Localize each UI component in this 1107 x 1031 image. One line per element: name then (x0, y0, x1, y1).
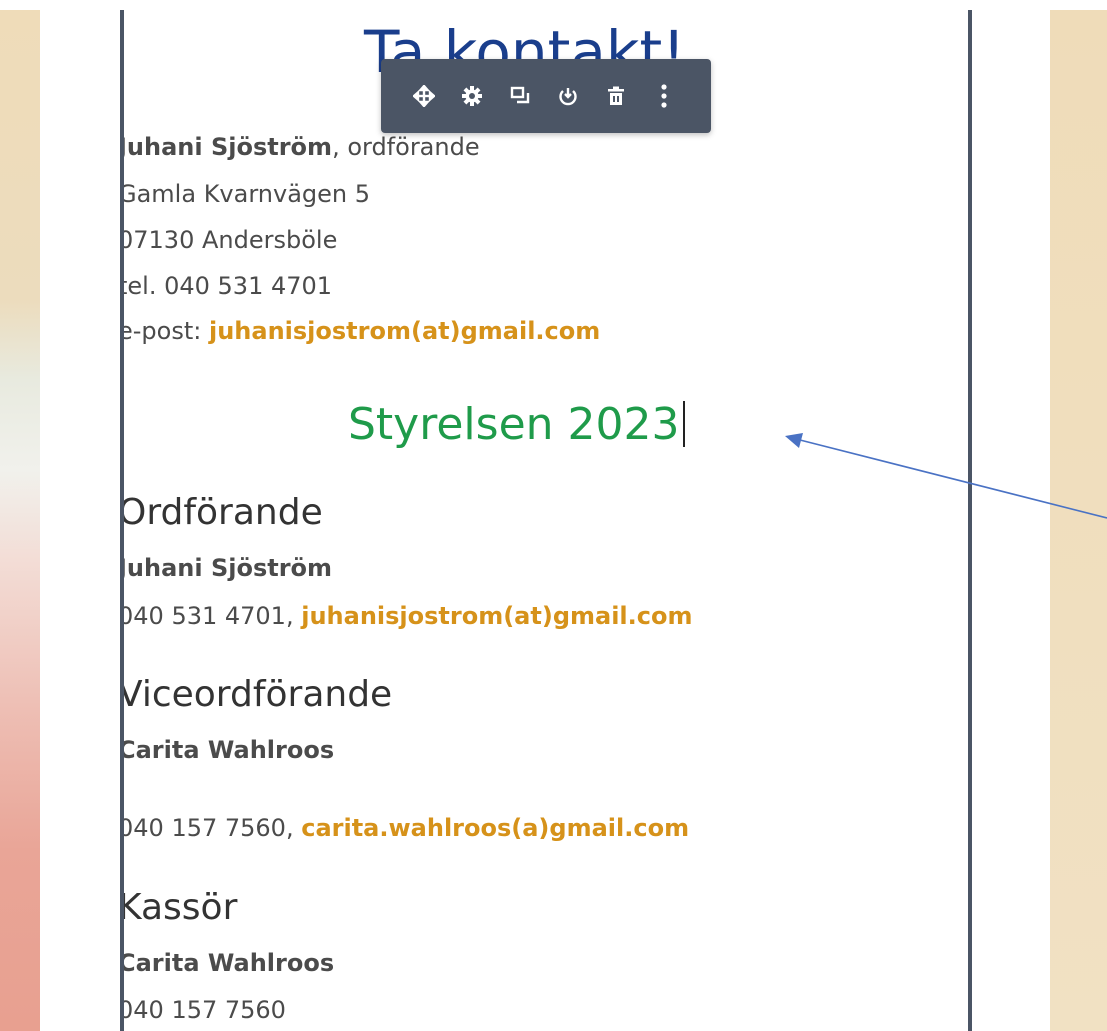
vice-chair-email-link[interactable]: carita.wahlroos(a)gmail.com (301, 814, 689, 842)
text-caret (683, 401, 686, 447)
chair-email-link[interactable]: juhanisjostrom(at)gmail.com (301, 602, 692, 630)
content-column: Ta kontakt! Juhani Sjöström, ordförande … (120, 10, 972, 1031)
treasurer-name: Carita Wahlroos (120, 949, 335, 977)
contact-tel: tel. 040 531 4701 (120, 272, 333, 300)
contact-name: Juhani Sjöström (120, 133, 333, 161)
more-options-icon[interactable] (651, 83, 677, 109)
contact-role: , ordförande (332, 133, 480, 161)
chair-phone: 040 531 4701, (120, 602, 302, 630)
chair-contact-line: 040 531 4701, juhanisjostrom(at)gmail.co… (120, 601, 693, 631)
contact-email-label: e-post: (120, 317, 209, 345)
contact-email-line: e-post: juhanisjostrom(at)gmail.com (120, 316, 600, 346)
contact-postal: 07130 Andersböle (120, 226, 338, 254)
right-background (1050, 0, 1107, 1031)
contact-name-line: Juhani Sjöström, ordförande (120, 132, 480, 162)
duplicate-icon[interactable] (507, 83, 533, 109)
move-icon[interactable] (411, 83, 437, 109)
vice-chair-name: Carita Wahlroos (120, 736, 335, 764)
treasurer-heading: Kassör (120, 887, 238, 928)
left-background (0, 0, 40, 1031)
chair-name: Juhani Sjöström (120, 554, 333, 582)
chair-heading: Ordförande (120, 492, 323, 533)
delete-icon[interactable] (603, 83, 629, 109)
board-title-text[interactable]: Styrelsen 2023 (348, 399, 679, 450)
vice-chair-contact-line: 040 157 7560, carita.wahlroos(a)gmail.co… (120, 813, 689, 843)
vice-chair-heading: Viceordförande (120, 674, 393, 715)
contact-email-link[interactable]: juhanisjostrom(at)gmail.com (209, 317, 600, 345)
save-to-library-icon[interactable] (555, 83, 581, 109)
vice-chair-phone: 040 157 7560, (120, 814, 302, 842)
settings-icon[interactable] (459, 83, 485, 109)
module-toolbar (381, 59, 711, 133)
contact-street: Gamla Kvarnvägen 5 (120, 180, 371, 208)
board-title[interactable]: Styrelsen 2023 (348, 398, 686, 452)
treasurer-phone: 040 157 7560 (120, 996, 286, 1024)
